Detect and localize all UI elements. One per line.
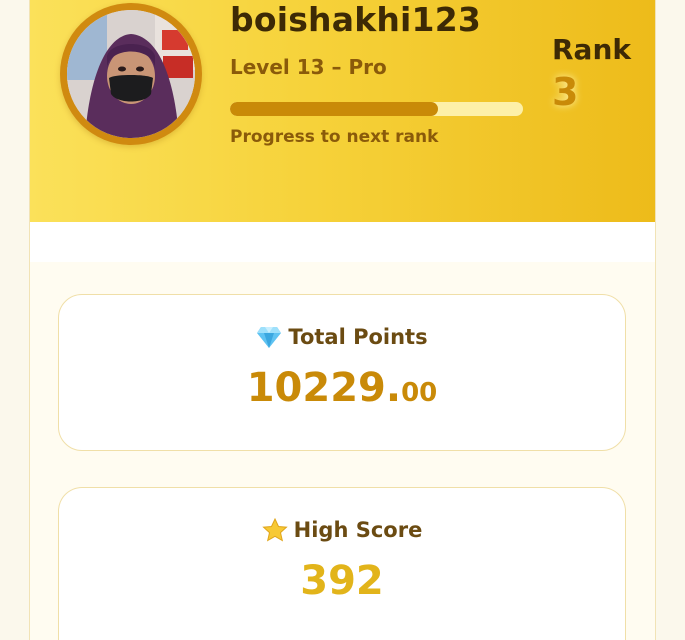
total-points-decimal: 00 [401, 378, 438, 408]
total-points-title: Total Points [59, 325, 625, 349]
total-points-value: 10229.00 [59, 365, 625, 411]
rank-progress-bar [230, 102, 523, 116]
star-icon [261, 517, 288, 542]
level-label: Level 13 – Pro [230, 55, 387, 79]
high-score-card: High Score 392 [58, 487, 626, 640]
username: boishakhi123 [230, 0, 482, 39]
diamond-icon [256, 325, 282, 349]
avatar-ring [60, 3, 202, 145]
rank-value: 3 [552, 70, 579, 114]
total-points-label: Total Points [288, 325, 428, 349]
rank-progress-fill [230, 102, 439, 116]
avatar[interactable] [67, 10, 195, 138]
header-spacer [30, 222, 655, 262]
progress-caption: Progress to next rank [230, 127, 439, 147]
high-score-label: High Score [293, 518, 423, 542]
avatar-photo [67, 10, 195, 138]
profile-header: boishakhi123 Level 13 – Pro Progress to … [30, 0, 655, 222]
high-score-title: High Score [59, 517, 625, 542]
high-score-value: 392 [300, 558, 384, 604]
total-points-integer: 10229. [246, 365, 402, 411]
total-points-card: Total Points 10229.00 [58, 294, 626, 451]
rank-label: Rank [552, 33, 632, 66]
